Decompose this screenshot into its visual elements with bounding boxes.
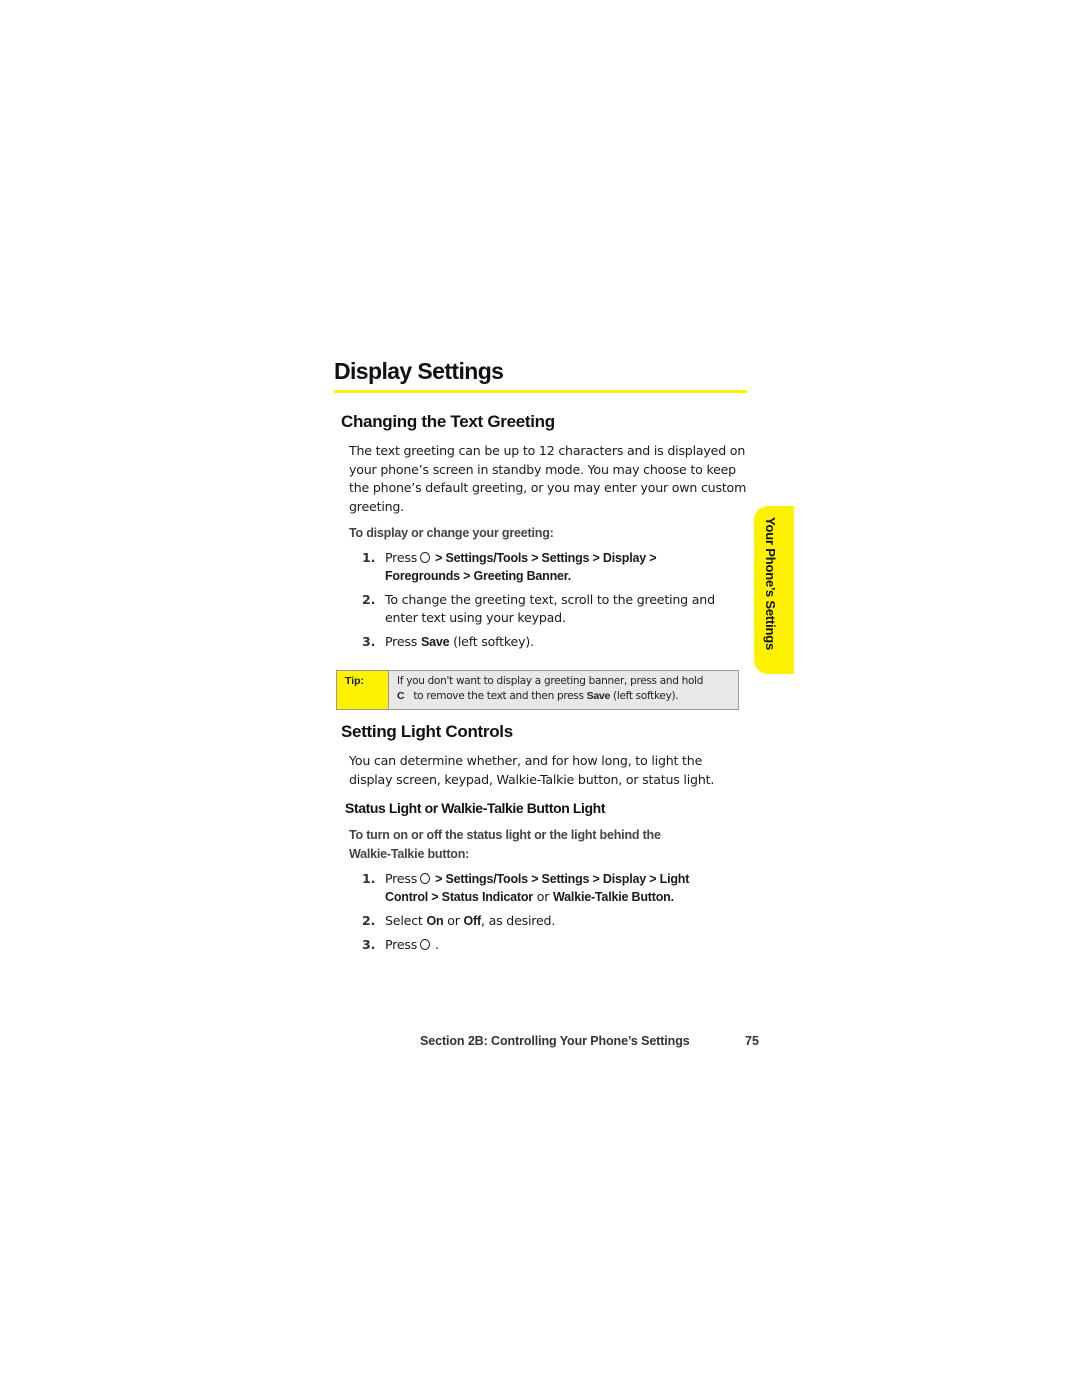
option-off: Off [463, 914, 482, 928]
tip-line2-post: (left softkey). [610, 690, 679, 702]
step-text-post: (left softkey). [449, 634, 534, 649]
step-number: 3. [362, 937, 376, 952]
section-body-text-greeting: The text greeting can be up to 12 charac… [349, 443, 747, 514]
tip-line2-pre: to remove the text and then press [410, 690, 587, 702]
steps-list-greeting: 1. Press > Settings/Tools > Settings > Di… [360, 549, 750, 657]
section-heading-text-greeting: Changing the Text Greeting [341, 412, 555, 431]
step-item: 2. Select On or Off, as desired. [360, 912, 750, 930]
side-tab-label: Your Phone’s Settings [763, 517, 778, 651]
steps-list-light: 1. Press > Settings/Tools > Settings > Di… [360, 870, 750, 960]
step-number: 3. [362, 634, 376, 649]
step-item: 3. Press. [360, 936, 750, 954]
procedure-intro-light: To turn on or off the status light or th… [349, 828, 661, 861]
step-text-mid: or [443, 913, 464, 928]
step-number: 2. [362, 592, 376, 607]
section-heading-light-controls: Setting Light Controls [341, 722, 513, 741]
step-item: 3. Press Save (left softkey). [360, 633, 750, 651]
menu-ok-key-icon [420, 939, 431, 950]
procedure-intro-greeting: To display or change your greeting: [349, 526, 554, 540]
step-item: 2. To change the greeting text, scroll t… [360, 591, 750, 627]
menu-ok-key-icon [420, 873, 431, 884]
step-item: 1. Press > Settings/Tools > Settings > Di… [360, 549, 750, 585]
page-number: 75 [745, 1034, 759, 1048]
step-number: 2. [362, 913, 376, 928]
tip-text: If you don't want to display a greeting … [389, 671, 703, 709]
step-text-post: , as desired. [480, 913, 556, 928]
menu-path: > Settings/Tools > Settings > Display > [435, 551, 657, 565]
step-number: 1. [362, 550, 376, 565]
step-text-post: . [435, 937, 439, 952]
page-title: Display Settings [334, 358, 504, 384]
title-rule [334, 390, 747, 393]
save-softkey-label: Save [586, 690, 611, 702]
menu-path-cont: Foregrounds > Greeting Banner. [385, 569, 572, 583]
menu-ok-key-icon [420, 552, 431, 563]
menu-path-alt: Walkie-Talkie Button. [553, 890, 674, 904]
step-text-pre: Select [385, 913, 427, 928]
tip-label: Tip: [337, 671, 389, 709]
step-press-text: Press [385, 871, 418, 886]
step-item: 1. Press > Settings/Tools > Settings > Di… [360, 870, 750, 906]
step-text-pre: Press [385, 634, 421, 649]
menu-path: > Settings/Tools > Settings > Display > … [435, 872, 690, 886]
save-softkey-label: Save [420, 635, 450, 649]
menu-path-cont: Control > Status Indicator [385, 890, 533, 904]
tip-line1: If you don't want to display a greeting … [397, 675, 704, 687]
step-press-text: Press [385, 937, 418, 952]
step-number: 1. [362, 871, 376, 886]
footer-section-label: Section 2B: Controlling Your Phone’s Set… [420, 1034, 690, 1048]
subheading-status-light: Status Light or Walkie-Talkie Button Lig… [345, 800, 606, 816]
step-press-text: Press [385, 550, 418, 565]
tip-box: Tip: If you don't want to display a gree… [336, 670, 739, 710]
option-on: On [426, 914, 444, 928]
section-body-light-controls: You can determine whether, and for how l… [349, 753, 715, 787]
clear-key-label: C [397, 690, 405, 702]
menu-path-or: or [532, 889, 554, 904]
step-text: To change the greeting text, scroll to t… [385, 592, 715, 625]
